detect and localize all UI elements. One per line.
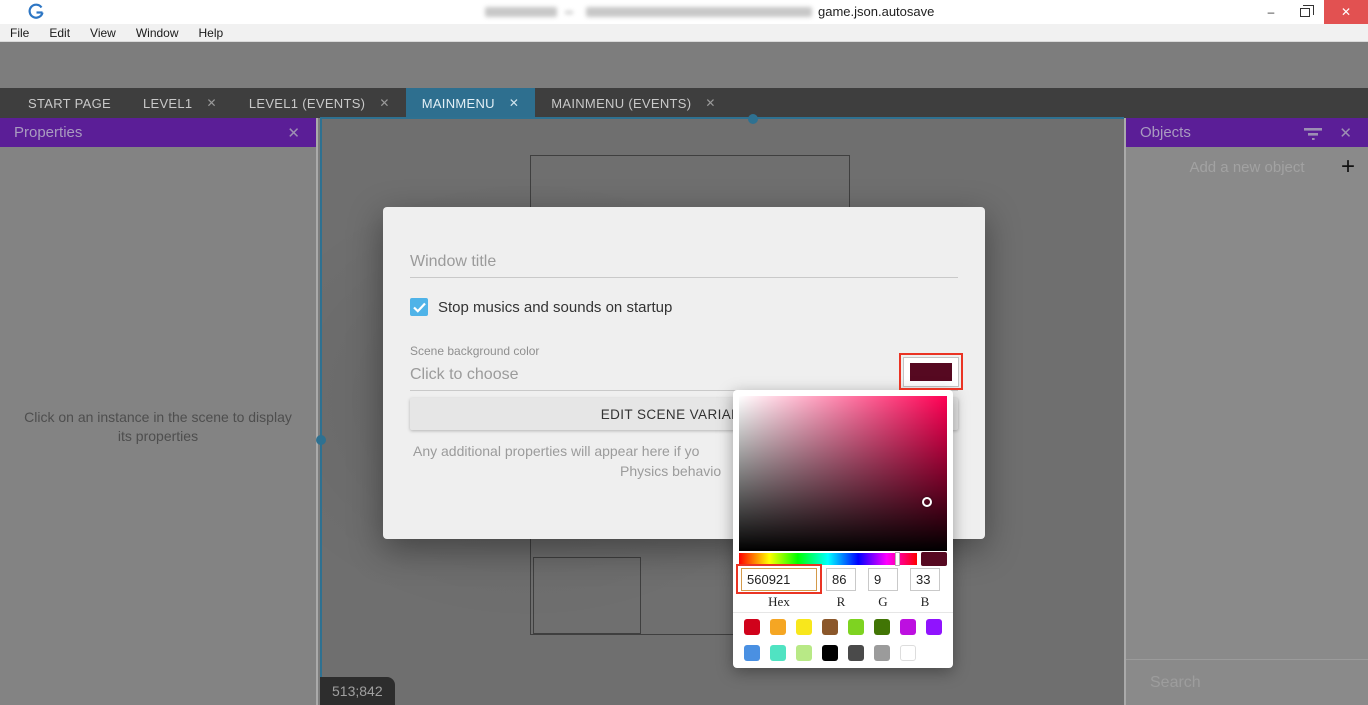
red-input[interactable] [826,568,856,591]
picker-divider [733,612,953,613]
restore-icon [1300,8,1310,17]
main-toolbar: 1:1 [0,42,1368,88]
hex-label: Hex [759,594,799,610]
annotation-highlight-hex-input [736,564,822,594]
scene-border-handle-left[interactable] [316,435,326,445]
objects-search-row [1126,659,1368,705]
editor-tab-bar: START PAGE LEVEL1 ✕ LEVEL1 (EVENTS) ✕ MAIN… [0,88,1368,118]
tab-label: LEVEL1 (EVENTS) [249,96,366,111]
tab-start-page[interactable]: START PAGE [12,88,127,118]
search-input[interactable] [1150,674,1357,692]
annotation-highlight-swatch [899,353,963,390]
tab-mainmenu[interactable]: MAINMENU ✕ [406,88,536,118]
objects-panel: Objects ✕ Add a new object + [1124,118,1368,705]
tab-close-icon[interactable]: ✕ [705,96,715,110]
preset-color-swatch[interactable] [874,619,890,635]
properties-empty-message: Click on an instance in the scene to dis… [0,408,316,446]
tab-close-icon[interactable]: ✕ [379,96,389,110]
scene-window-border-left [320,117,322,705]
preset-color-swatch[interactable] [900,619,916,635]
preset-color-swatch[interactable] [822,619,838,635]
saturation-marker[interactable] [922,497,932,507]
properties-panel-title: Properties [14,124,82,141]
tab-close-icon[interactable]: ✕ [509,96,519,110]
preset-color-swatch[interactable] [900,645,916,661]
title-bar: game.json.autosave – ✕ [0,0,1368,24]
blue-label: B [905,594,945,610]
cursor-coordinates-badge: 513;842 [320,677,395,705]
menu-bar: File Edit View Window Help [0,24,1368,42]
close-icon[interactable]: ✕ [285,124,302,142]
dialog-helper-text-line2: Physics behavio [620,463,721,479]
red-label: R [821,594,861,610]
preset-color-swatch[interactable] [744,619,760,635]
menu-edit[interactable]: Edit [39,26,80,40]
preset-swatch-row-1 [744,619,953,635]
scene-window-border-top [320,117,1124,119]
objects-panel-header: Objects ✕ [1126,118,1368,147]
preset-color-swatch[interactable] [796,619,812,635]
tab-mainmenu-events[interactable]: MAINMENU (EVENTS) ✕ [535,88,732,118]
green-label: G [863,594,903,610]
redacted-title-segment [485,7,557,17]
add-object-label: Add a new object [1126,159,1328,176]
check-icon [413,302,426,313]
scene-border-handle-top[interactable] [748,114,758,124]
current-color-swatch [921,552,947,566]
preset-color-swatch[interactable] [822,645,838,661]
hue-slider-marker[interactable] [895,552,900,566]
tab-level1[interactable]: LEVEL1 ✕ [127,88,233,118]
window-title-text: game.json.autosave [818,4,934,19]
tab-label: LEVEL1 [143,96,193,111]
redacted-title-segment [565,11,573,14]
window-title-field-placeholder[interactable]: Window title [410,253,496,271]
green-input[interactable] [868,568,898,591]
preset-color-swatch[interactable] [770,619,786,635]
color-picker-popup: Hex R G B [733,390,953,668]
minimize-button[interactable]: – [1254,0,1288,24]
menu-file[interactable]: File [0,26,39,40]
tab-label: MAINMENU [422,96,495,111]
redacted-title-segment [586,7,812,17]
objects-panel-title: Objects [1140,124,1191,141]
preset-color-swatch[interactable] [848,645,864,661]
background-color-field-placeholder[interactable]: Click to choose [410,366,519,384]
tab-label: START PAGE [28,96,111,111]
add-object-plus-icon[interactable]: + [1328,153,1368,181]
dialog-helper-text-line1: Any additional properties will appear he… [413,443,699,459]
preset-color-swatch[interactable] [770,645,786,661]
close-icon[interactable]: ✕ [1337,124,1354,142]
stop-sounds-checkbox[interactable] [410,298,428,316]
menu-window[interactable]: Window [126,26,189,40]
tab-close-icon[interactable]: ✕ [206,96,216,110]
tab-level1-events[interactable]: LEVEL1 (EVENTS) ✕ [233,88,406,118]
gdevelop-logo-icon [27,3,45,21]
properties-panel-header: Properties ✕ [0,118,316,147]
filter-icon[interactable] [1303,126,1323,140]
preset-swatch-row-2 [744,645,953,661]
preset-color-swatch[interactable] [874,645,890,661]
properties-panel: Properties ✕ Click on an instance in the… [0,118,318,705]
preset-color-swatch[interactable] [848,619,864,635]
scene-object-rectangle-small[interactable] [533,557,641,634]
close-button[interactable]: ✕ [1324,0,1368,24]
blue-input[interactable] [910,568,940,591]
tab-label: MAINMENU (EVENTS) [551,96,691,111]
saturation-value-area[interactable] [739,396,947,551]
scene-background-color-label: Scene background color [410,344,539,358]
stop-sounds-label[interactable]: Stop musics and sounds on startup [438,299,672,316]
preset-color-swatch[interactable] [796,645,812,661]
window-title-field-underline [410,277,958,278]
menu-help[interactable]: Help [189,26,234,40]
restore-button[interactable] [1288,0,1322,24]
gdevelop-window: game.json.autosave – ✕ File Edit View Wi… [0,0,1368,705]
preset-color-swatch[interactable] [744,645,760,661]
add-object-row[interactable]: Add a new object + [1126,147,1368,187]
preset-color-swatch[interactable] [926,619,942,635]
menu-view[interactable]: View [80,26,126,40]
